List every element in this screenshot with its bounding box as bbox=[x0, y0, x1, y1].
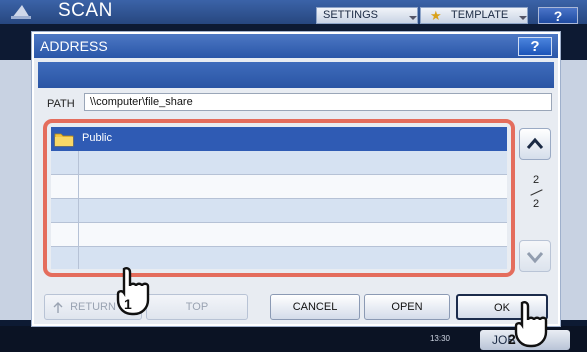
open-label: OPEN bbox=[391, 301, 423, 313]
chevron-down-icon bbox=[409, 16, 417, 20]
app-title: SCAN bbox=[58, 0, 113, 21]
return-arrow-icon bbox=[53, 302, 63, 313]
step-number: 1 bbox=[124, 296, 132, 312]
template-label: TEMPLATE bbox=[451, 9, 509, 21]
list-item[interactable] bbox=[51, 151, 507, 175]
list-item[interactable]: Public bbox=[51, 127, 507, 151]
pointer-hand-icon: 1 bbox=[116, 267, 150, 316]
template-button[interactable]: ★ TEMPLATE bbox=[420, 7, 528, 24]
pointer-hand-icon: 2 bbox=[508, 301, 548, 348]
cancel-label: CANCEL bbox=[292, 301, 338, 313]
background-panel-left bbox=[0, 60, 32, 320]
list-item[interactable] bbox=[51, 223, 507, 247]
page-separator bbox=[527, 186, 545, 198]
scroll-up-button[interactable] bbox=[519, 128, 551, 160]
dialog-title: ADDRESS bbox=[40, 38, 108, 54]
list-item-label: Public bbox=[82, 132, 112, 144]
chevron-up-icon bbox=[526, 137, 544, 149]
list-item[interactable] bbox=[51, 199, 507, 223]
dialog-help-button[interactable]: ? bbox=[518, 37, 552, 56]
path-field: \\computer\file_share bbox=[84, 93, 552, 111]
folder-list-highlight: Public bbox=[43, 119, 515, 277]
dialog-title-bar: ADDRESS ? bbox=[34, 34, 558, 58]
folder-icon bbox=[54, 133, 74, 147]
scroll-down-button[interactable] bbox=[519, 240, 551, 272]
page-current: 2 bbox=[532, 174, 540, 186]
path-label: PATH bbox=[47, 98, 75, 110]
background-panel-right bbox=[560, 60, 587, 320]
chevron-down-icon bbox=[526, 252, 544, 264]
chevron-down-icon bbox=[519, 16, 527, 20]
clock-time: 13:30 bbox=[429, 334, 451, 343]
step-number: 2 bbox=[508, 331, 516, 347]
page-total: 2 bbox=[532, 198, 540, 210]
page-indicator: 2 2 bbox=[527, 174, 545, 210]
settings-label: SETTINGS bbox=[323, 9, 379, 21]
cancel-button[interactable]: CANCEL bbox=[270, 294, 360, 320]
clock: 13:30 bbox=[420, 334, 460, 343]
top-label: TOP bbox=[185, 301, 209, 313]
dialog-message-band bbox=[38, 62, 554, 88]
settings-button[interactable]: SETTINGS bbox=[316, 7, 418, 24]
star-icon: ★ bbox=[430, 8, 442, 23]
folder-list: Public bbox=[51, 127, 507, 269]
scan-logo-icon bbox=[11, 5, 31, 19]
list-item[interactable] bbox=[51, 175, 507, 199]
help-button[interactable]: ? bbox=[538, 7, 578, 24]
open-button[interactable]: OPEN bbox=[364, 294, 450, 320]
top-bar: SCAN SETTINGS ★ TEMPLATE ? bbox=[0, 0, 587, 24]
